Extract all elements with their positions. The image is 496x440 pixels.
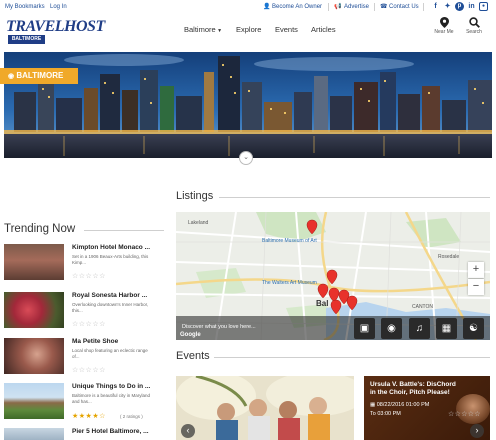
search-icon [468, 17, 480, 28]
map-prompt: Discover what you love here... [182, 324, 256, 330]
listings-heading: Listings [176, 190, 214, 202]
calendar-icon: ▦ [370, 402, 376, 408]
trending-item[interactable]: Unique Things to Do in ... Baltimore is … [4, 383, 164, 429]
rating-stars: ☆☆☆☆☆ [72, 367, 106, 374]
trending-item[interactable]: Kimpton Hotel Monaco ... Set in a 1906 B… [4, 244, 164, 290]
trending-heading: Trending Now [4, 223, 76, 235]
trending-title[interactable]: Royal Sonesta Harbor ... [72, 292, 164, 299]
divider [374, 3, 375, 11]
event-card-title: Ursula V. Battle's: DisChord in the Choi… [370, 381, 456, 396]
nav-explore[interactable]: Explore [236, 25, 261, 34]
rating-stars: ☆☆☆☆☆ [72, 273, 106, 280]
map-label: Rosedale [438, 254, 459, 260]
zoom-in-button[interactable]: + [468, 262, 484, 278]
linkedin-icon[interactable]: in [467, 2, 476, 11]
zoom-out-button[interactable]: − [468, 279, 484, 295]
map-label: Baltimore Museum of Art [262, 238, 317, 244]
section-divider [214, 357, 490, 358]
twitter-icon[interactable]: ✦ [443, 2, 452, 11]
map-pin-icon [439, 17, 449, 28]
login-link[interactable]: Log In [50, 4, 67, 10]
rating-stars: ★★★★☆ [72, 413, 106, 420]
trending-thumbnail [4, 338, 64, 374]
facebook-icon[interactable]: f [431, 2, 440, 11]
trending-title[interactable]: Pier 5 Hotel Baltimore, ... [72, 428, 164, 435]
megaphone-icon: 📢 [334, 4, 342, 10]
trending-title[interactable]: Kimpton Hotel Monaco ... [72, 244, 164, 251]
map-label: Lakeland [188, 220, 209, 226]
event-end: To 03:00 PM [370, 411, 401, 417]
nav-articles[interactable]: Articles [311, 25, 336, 34]
become-owner-link[interactable]: Become An Owner [272, 4, 322, 10]
trending-thumbnail [4, 292, 64, 328]
prev-arrow-icon[interactable]: ‹ [181, 424, 195, 438]
instagram-icon[interactable]: ● [479, 2, 488, 11]
trending-desc: Local shop featuring an eclectic range o… [72, 348, 148, 359]
near-me-button[interactable]: Near Me [432, 17, 456, 35]
nav-baltimore-dropdown[interactable]: Baltimore ▼ [184, 25, 222, 34]
top-utility-bar: My Bookmarks Log In 👤 Become An Owner 📢 … [0, 0, 496, 14]
phone-icon: ☎ [380, 4, 388, 10]
city-badge[interactable]: BALTIMORE [8, 35, 45, 44]
map-pin-icon: ◉ [8, 73, 15, 80]
rating-stars: ☆☆☆☆☆ [448, 411, 481, 418]
trending-desc: Baltimore is a beautiful city in Marylan… [72, 393, 151, 404]
location-pill[interactable]: ◉ BALTIMORE [0, 68, 78, 84]
google-logo: Google [180, 332, 201, 338]
nav-label: Baltimore [184, 25, 216, 34]
event-start: 08/22/2016 01:00 PM [376, 402, 430, 408]
near-me-label: Near Me [434, 29, 454, 35]
next-arrow-icon[interactable]: › [470, 424, 484, 438]
pinterest-icon[interactable]: p [455, 2, 464, 11]
dining-category-icon[interactable]: ☯ [463, 318, 484, 339]
shopping-bag-category-icon[interactable]: ▦ [436, 318, 457, 339]
trending-thumbnail [4, 383, 64, 419]
map-label: Bal [316, 299, 328, 308]
search-button[interactable]: Search [462, 17, 486, 35]
rating-stars: ☆☆☆☆☆ [72, 321, 106, 328]
event-date: ▦ 08/22/2016 01:00 PM [370, 402, 429, 408]
caret-down-icon: ▼ [215, 28, 223, 34]
event-photo[interactable] [176, 376, 354, 440]
event-card-portrait [456, 394, 490, 424]
nav-events[interactable]: Events [275, 25, 298, 34]
divider [423, 3, 424, 11]
trending-thumbnail [4, 244, 64, 280]
my-bookmarks-link[interactable]: My Bookmarks [5, 4, 45, 10]
trending-thumbnail [4, 428, 64, 440]
trending-item[interactable]: Ma Petite Shoe Local shop featuring an e… [4, 338, 164, 384]
divider [328, 3, 329, 11]
travelhost-logo[interactable]: TRAVELHOST [6, 18, 105, 36]
events-heading: Events [176, 350, 210, 362]
music-category-icon[interactable]: ♫ [409, 318, 430, 339]
search-label: Search [466, 29, 482, 35]
trending-title[interactable]: Ma Petite Shoe [72, 338, 164, 345]
section-divider [84, 230, 164, 231]
trending-desc: Set in a 1906 Beaux-Arts building, this … [72, 254, 149, 265]
scroll-down-chevron-icon[interactable]: ⌄ [239, 151, 253, 165]
camera-category-icon[interactable]: ◉ [381, 318, 402, 339]
location-label: BALTIMORE [16, 71, 64, 80]
map-label: CANTON [412, 304, 433, 310]
trending-item[interactable]: Pier 5 Hotel Baltimore, ... [4, 428, 164, 440]
trending-desc: Overlooking downtown's Inner Harbor, thi… [72, 302, 149, 313]
map-label: The Walters Art Museum [262, 280, 317, 286]
rating-count: ( 2 ratings ) [120, 414, 143, 419]
contact-us-link[interactable]: Contact Us [389, 4, 419, 10]
trending-item[interactable]: Royal Sonesta Harbor ... Overlooking dow… [4, 292, 164, 338]
advertise-link[interactable]: Advertise [344, 4, 369, 10]
trending-title[interactable]: Unique Things to Do in ... [72, 383, 164, 390]
user-icon: 👤 [263, 4, 271, 10]
section-divider [219, 197, 490, 198]
hotel-category-icon[interactable]: ▣ [354, 318, 375, 339]
